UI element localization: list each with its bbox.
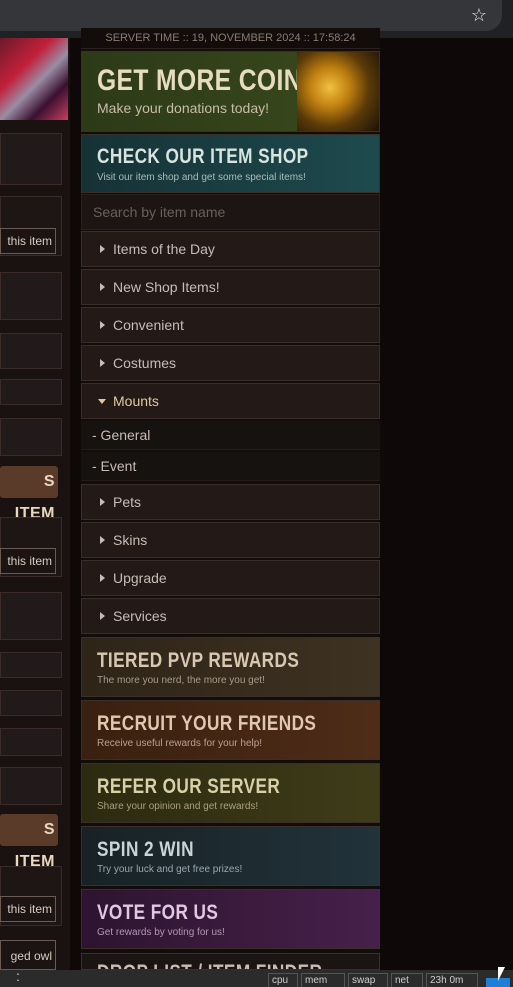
bookmark-star-icon[interactable]: ☆ [469, 5, 489, 25]
banner-title: REFER OUR SERVER [97, 775, 281, 798]
submenu-event[interactable]: - Event [81, 452, 380, 481]
search-input[interactable]: Search by item name [81, 194, 380, 230]
chevron-right-icon [100, 321, 105, 329]
uptime-indicator: 23h 0m [426, 973, 478, 987]
banner-subtitle: Make your donations today! [97, 100, 269, 116]
banner-title: SPIN 2 WIN [97, 838, 194, 861]
swap-indicator: swap [348, 973, 388, 987]
content-box [0, 272, 62, 320]
menu-upgrade[interactable]: Upgrade [81, 560, 380, 596]
item-button[interactable]: this item [0, 896, 56, 922]
banner-title: CHECK OUR ITEM SHOP [97, 145, 309, 168]
spin-2-win-banner[interactable]: SPIN 2 WIN Try your luck and get free pr… [81, 826, 380, 886]
banner-image [0, 38, 68, 120]
banner-title: DROP LIST / ITEM FINDER [97, 961, 322, 969]
content-box [0, 418, 62, 456]
banner-subtitle: Visit our item shop and get some special… [97, 172, 306, 183]
net-indicator: net [391, 973, 423, 987]
address-bar[interactable] [0, 0, 502, 31]
content-box [0, 379, 62, 405]
buy-item-button[interactable]: S ITEM [0, 814, 58, 870]
menu-new-shop-items[interactable]: New Shop Items! [81, 269, 380, 305]
chevron-right-icon [100, 245, 105, 253]
chevron-right-icon [100, 359, 105, 367]
banner-title: GET MORE COINS [97, 64, 319, 97]
menu-label: Services [113, 608, 167, 624]
recruit-friends-banner[interactable]: RECRUIT YOUR FRIENDS Receive useful rewa… [81, 700, 380, 760]
item-shop-banner[interactable]: CHECK OUR ITEM SHOP Visit our item shop … [81, 134, 380, 193]
chevron-right-icon [100, 283, 105, 291]
menu-label: Convenient [113, 317, 184, 333]
banner-title: VOTE FOR US [97, 901, 219, 924]
coins-image [297, 52, 379, 131]
content-box [0, 652, 62, 678]
banner-subtitle: Get rewards by voting for us! [97, 927, 225, 938]
banner-subtitle: The more you nerd, the more you get! [97, 675, 265, 686]
item-button[interactable]: this item [0, 228, 56, 254]
menu-dots-icon[interactable]: : [16, 968, 20, 984]
item-name-text: ged owl [0, 940, 56, 970]
menu-label: Items of the Day [113, 241, 215, 257]
menu-label: Pets [113, 494, 142, 510]
menu-pets[interactable]: Pets [81, 484, 380, 520]
tiered-pvp-rewards-banner[interactable]: TIERED PVP REWARDS The more you nerd, th… [81, 637, 380, 697]
menu-services[interactable]: Services [81, 598, 380, 634]
get-more-coins-banner[interactable]: GET MORE COINS Make your donations today… [81, 51, 380, 132]
banner-title: RECRUIT YOUR FRIENDS [97, 712, 317, 735]
content-box [0, 333, 62, 369]
submenu-general[interactable]: - General [81, 421, 380, 450]
menu-items-of-the-day[interactable]: Items of the Day [81, 231, 380, 267]
content-box [0, 728, 62, 756]
menu-mounts[interactable]: Mounts [81, 383, 380, 419]
chevron-down-icon [98, 399, 106, 404]
buy-item-button[interactable]: S ITEM [0, 466, 58, 522]
chevron-right-icon [100, 536, 105, 544]
menu-label: Skins [113, 532, 148, 548]
cpu-indicator: cpu [268, 973, 298, 987]
refer-server-banner[interactable]: REFER OUR SERVER Share your opinion and … [81, 763, 380, 823]
banner-subtitle: Share your opinion and get rewards! [97, 801, 259, 812]
menu-convenient[interactable]: Convenient [81, 307, 380, 343]
banner-title: TIERED PVP REWARDS [97, 649, 300, 672]
server-time: SERVER TIME :: 19, NOVEMBER 2024 :: 17:5… [81, 28, 380, 49]
mouse-cursor-icon [498, 967, 505, 981]
banner-subtitle: Receive useful rewards for your help! [97, 738, 263, 749]
menu-skins[interactable]: Skins [81, 522, 380, 558]
vote-for-us-banner[interactable]: VOTE FOR US Get rewards by voting for us… [81, 889, 380, 949]
menu-label: New Shop Items! [113, 279, 220, 295]
menu-label: Mounts [113, 393, 159, 409]
banner-subtitle: Try your luck and get free prizes! [97, 864, 243, 875]
content-box [0, 767, 62, 805]
drop-list-banner[interactable]: DROP LIST / ITEM FINDER [81, 953, 380, 970]
chevron-right-icon [100, 574, 105, 582]
item-button[interactable]: this item [0, 548, 56, 574]
content-box [0, 690, 62, 716]
taskbar: : cpu mem swap net 23h 0m [0, 968, 513, 987]
mem-indicator: mem [301, 973, 345, 987]
menu-label: Upgrade [113, 570, 167, 586]
content-box [0, 592, 62, 640]
menu-costumes[interactable]: Costumes [81, 345, 380, 381]
chevron-right-icon [100, 612, 105, 620]
chevron-right-icon [100, 498, 105, 506]
menu-label: Costumes [113, 355, 177, 371]
content-box [0, 133, 62, 185]
